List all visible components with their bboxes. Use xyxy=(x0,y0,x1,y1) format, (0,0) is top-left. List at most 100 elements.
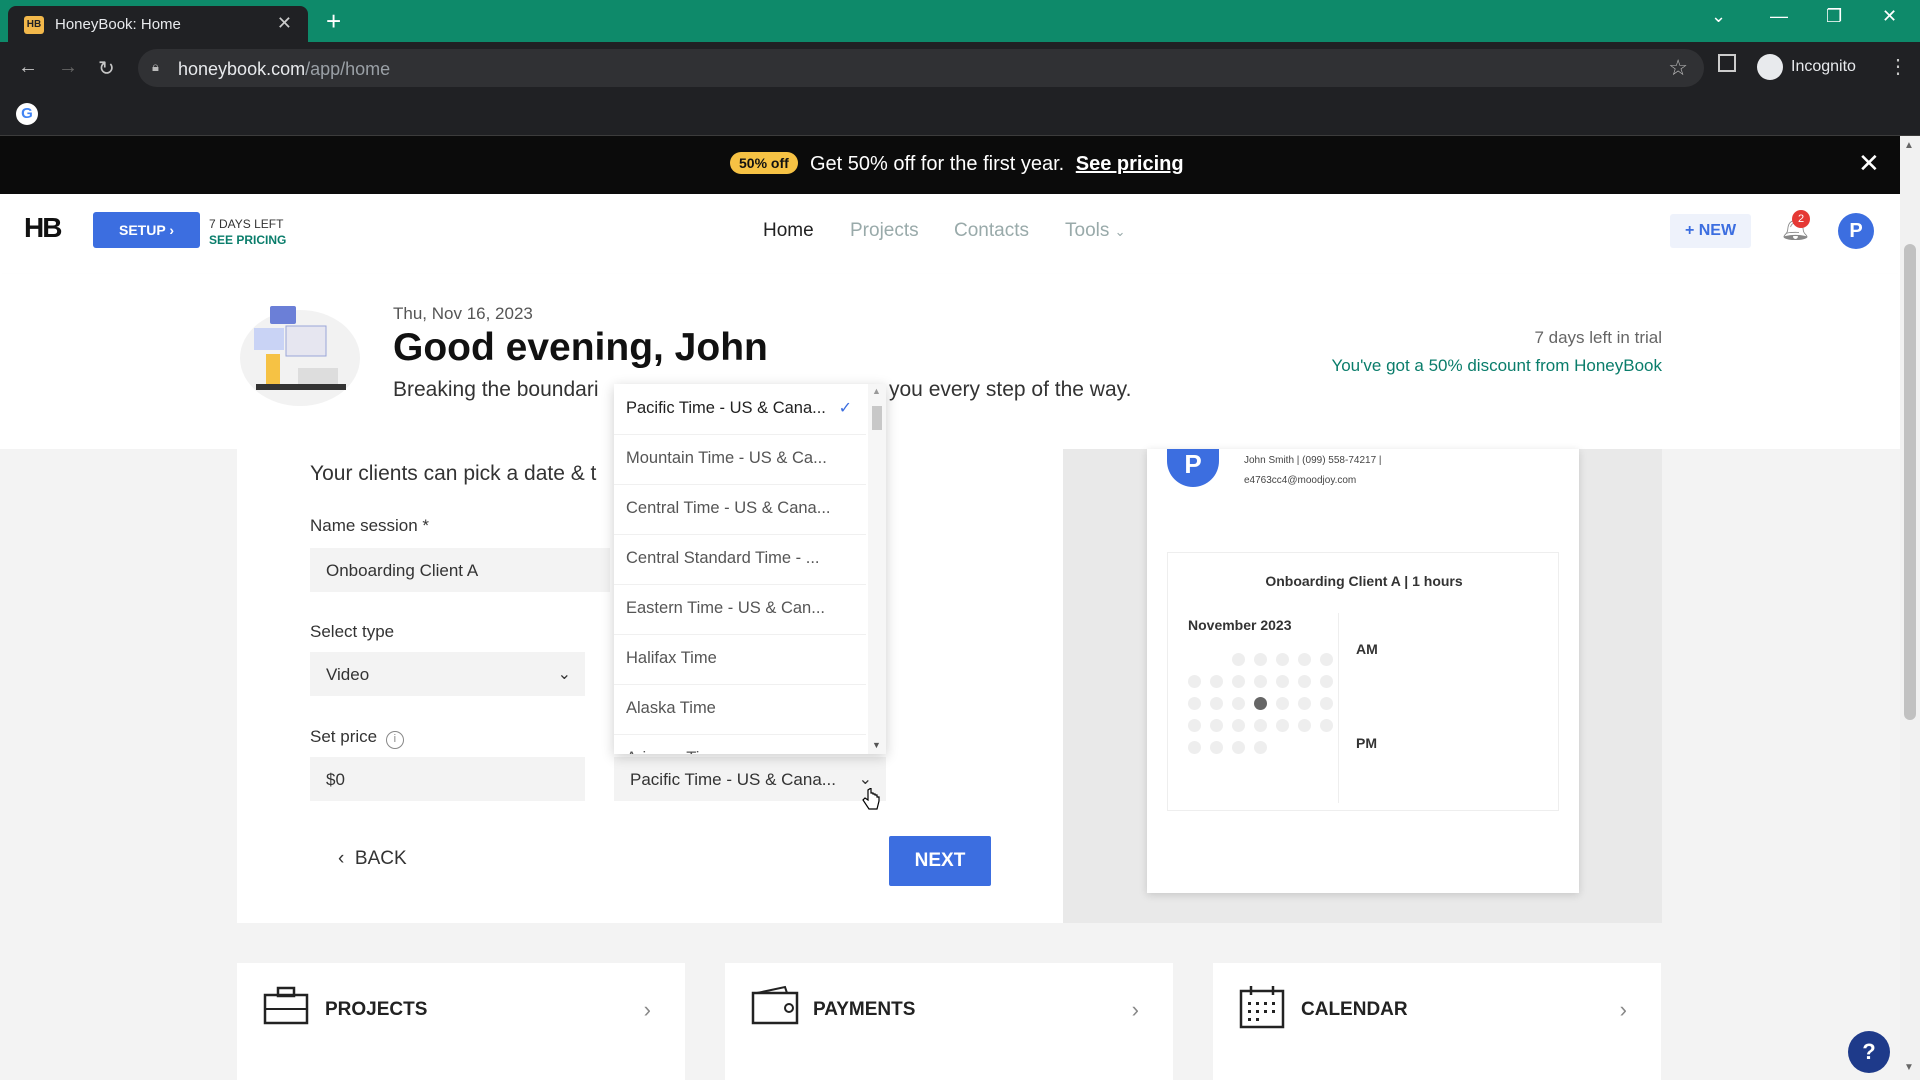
scroll-down-icon[interactable]: ▼ xyxy=(872,740,881,750)
greeting-heading: Good evening, John xyxy=(393,326,768,369)
next-button[interactable]: NEXT xyxy=(889,836,991,886)
sidepanel-icon[interactable] xyxy=(1718,54,1736,72)
briefcase-icon xyxy=(263,986,309,1025)
calendar-day-dot xyxy=(1276,697,1289,710)
address-bar-row: ← → ↻ 🔒︎ honeybook.com/app/home ☆ Incogn… xyxy=(0,42,1920,94)
scroll-up-icon[interactable]: ▲ xyxy=(872,386,881,396)
set-price-label: Set price i xyxy=(310,727,404,749)
timezone-option[interactable]: Eastern Time - US & Can... xyxy=(614,585,866,635)
set-price-text: Set price xyxy=(310,727,378,746)
browser-tab-bar: HB HoneyBook: Home ✕ + ⌄ — ❐ ✕ xyxy=(0,0,1920,42)
nav-contacts[interactable]: Contacts xyxy=(954,220,1029,242)
timezone-option-label: Halifax Time xyxy=(626,649,717,667)
browser-tab[interactable]: HB HoneyBook: Home ✕ xyxy=(8,6,308,42)
tagline-start: Breaking the boundari xyxy=(393,378,599,401)
wallet-icon xyxy=(751,985,799,1025)
type-select-value: Video xyxy=(326,665,370,684)
dropdown-scroll-thumb[interactable] xyxy=(872,406,882,430)
nav-home[interactable]: Home xyxy=(763,220,814,242)
price-input[interactable]: $0 xyxy=(310,757,585,801)
timezone-option[interactable]: Halifax Time xyxy=(614,635,866,685)
timezone-option-label: Eastern Time - US & Can... xyxy=(626,599,825,617)
selected-day-dot xyxy=(1254,697,1267,710)
timezone-option[interactable]: Pacific Time - US & Cana... ✓ xyxy=(614,385,866,435)
payments-tile-title: PAYMENTS xyxy=(813,999,916,1020)
new-label: NEW xyxy=(1698,222,1737,239)
calendar-day-dot xyxy=(1188,697,1201,710)
bookmark-star-icon[interactable]: ☆ xyxy=(1668,55,1688,81)
calendar-tile[interactable]: CALENDAR › xyxy=(1213,963,1661,1080)
checkmark-icon: ✓ xyxy=(838,400,852,417)
page-scroll-down-icon[interactable]: ▼ xyxy=(1904,1062,1914,1073)
profile-label: Incognito xyxy=(1791,58,1856,75)
name-session-input[interactable]: Onboarding Client A xyxy=(310,548,610,592)
honeybook-logo[interactable]: HB xyxy=(24,212,62,244)
calendar-day-dot xyxy=(1298,719,1311,732)
tab-title: HoneyBook: Home xyxy=(55,16,181,33)
dropdown-scrollbar[interactable] xyxy=(868,384,886,754)
timezone-select[interactable]: Pacific Time - US & Cana... ⌄ xyxy=(614,757,886,801)
current-date: Thu, Nov 16, 2023 xyxy=(393,304,533,323)
incognito-icon xyxy=(1757,54,1783,80)
back-arrow-icon[interactable]: ← xyxy=(18,56,38,79)
tab-search-icon[interactable]: ⌄ xyxy=(1711,6,1726,27)
timezone-option[interactable]: Alaska Time xyxy=(614,685,866,735)
timezone-option[interactable]: Mountain Time - US & Ca... xyxy=(614,435,866,485)
timezone-option[interactable]: Arizona Time xyxy=(614,735,866,754)
calendar-day-dot xyxy=(1210,675,1223,688)
google-icon[interactable]: G xyxy=(16,103,38,125)
calendar-day-dot xyxy=(1232,653,1245,666)
calendar-day-dot xyxy=(1298,653,1311,666)
preview-avatar: P xyxy=(1167,449,1219,487)
page-scroll-thumb[interactable] xyxy=(1904,244,1916,720)
close-tab-icon[interactable]: ✕ xyxy=(277,13,292,34)
nav-tools[interactable]: Tools ⌄ xyxy=(1065,220,1126,242)
url-path: /app/home xyxy=(305,59,391,79)
discount-badge: 50% off xyxy=(730,152,798,174)
reload-icon[interactable]: ↻ xyxy=(98,56,115,81)
lock-icon: 🔒︎ xyxy=(152,59,159,74)
timezone-option-label: Central Time - US & Cana... xyxy=(626,499,831,517)
forward-arrow-icon[interactable]: → xyxy=(58,56,78,79)
calendar-day-dot xyxy=(1188,675,1201,688)
info-icon[interactable]: i xyxy=(385,731,404,749)
promo-banner: 50% off Get 50% off for the first year. … xyxy=(0,136,1900,194)
scheduler-preview-card: P John Smith | (099) 558-74217 | e4763cc… xyxy=(1147,449,1579,893)
window-close-icon[interactable]: ✕ xyxy=(1882,6,1897,27)
minimize-icon[interactable]: — xyxy=(1770,6,1788,27)
new-tab-icon[interactable]: + xyxy=(326,6,341,37)
see-pricing-link[interactable]: See pricing xyxy=(1076,153,1184,175)
new-button[interactable]: + NEW xyxy=(1670,214,1751,248)
setup-label: SETUP xyxy=(119,222,166,238)
discount-link[interactable]: You've got a 50% discount from HoneyBook xyxy=(1316,356,1662,376)
chevron-right-icon: › xyxy=(169,222,174,238)
hand-cursor-icon xyxy=(862,788,880,810)
incognito-profile[interactable]: Incognito xyxy=(1757,50,1892,84)
timezone-option[interactable]: Central Time - US & Cana... xyxy=(614,485,866,535)
setup-button[interactable]: SETUP › xyxy=(93,212,200,248)
preview-pm-label: PM xyxy=(1356,735,1377,751)
timezone-option[interactable]: Central Standard Time - ... xyxy=(614,535,866,585)
chevron-down-icon: ⌄ xyxy=(1114,224,1126,239)
see-pricing-small-link[interactable]: SEE PRICING xyxy=(209,232,286,248)
type-select[interactable]: Video ⌄ xyxy=(310,652,585,696)
nav-tools-label: Tools xyxy=(1065,220,1110,241)
url-bar[interactable]: 🔒︎ honeybook.com/app/home ☆ xyxy=(138,49,1704,87)
projects-tile[interactable]: PROJECTS › xyxy=(237,963,685,1080)
calendar-day-dot xyxy=(1210,719,1223,732)
user-avatar[interactable]: P xyxy=(1838,213,1874,249)
timezone-option-label: Arizona Time xyxy=(626,749,722,754)
restore-icon[interactable]: ❐ xyxy=(1826,6,1842,27)
menu-dots-icon[interactable]: ⋮ xyxy=(1888,54,1908,79)
calendar-day-dot xyxy=(1232,719,1245,732)
close-banner-icon[interactable]: ✕ xyxy=(1858,148,1880,179)
payments-tile[interactable]: PAYMENTS › xyxy=(725,963,1173,1080)
back-button[interactable]: ‹ BACK xyxy=(338,848,407,870)
calendar-tile-title: CALENDAR xyxy=(1301,999,1408,1020)
bookmarks-bar: G xyxy=(0,94,1920,136)
calendar-day-dot xyxy=(1320,719,1333,732)
page-scroll-up-icon[interactable]: ▲ xyxy=(1904,140,1914,151)
help-button[interactable]: ? xyxy=(1848,1031,1890,1073)
nav-projects[interactable]: Projects xyxy=(850,220,919,242)
preview-divider xyxy=(1338,613,1339,803)
